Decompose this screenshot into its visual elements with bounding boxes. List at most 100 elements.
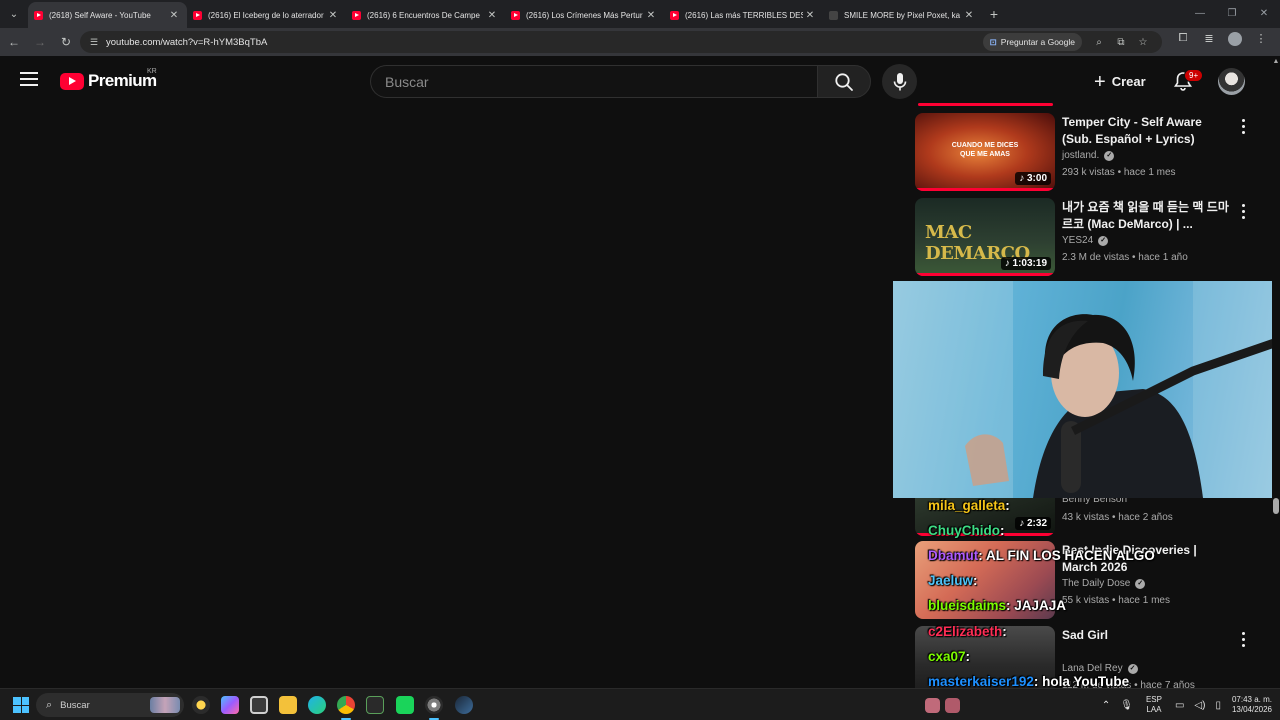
forward-icon[interactable]: →	[28, 35, 52, 49]
recommendation-item[interactable]: MAC DEMARCO ♪ 1:03:19 내가 요즘 책 읽을 때 듣는 맥 …	[915, 198, 1265, 278]
zoom-icon[interactable]: ⌕	[1088, 37, 1110, 48]
video-title[interactable]: Temper City - Self Aware (Sub. Español +…	[1062, 114, 1234, 148]
chat-message: mila_galleta:	[928, 498, 1010, 513]
extensions-icon[interactable]: ⧠	[1170, 32, 1196, 49]
chat-text: : hola YouTube	[1033, 674, 1130, 689]
video-meta: 43 k vistas • hace 2 años	[1062, 512, 1173, 523]
microphone-tray-icon[interactable]: 🎙	[1120, 700, 1133, 711]
chrome-icon[interactable]	[337, 696, 355, 714]
watched-progress	[915, 273, 1055, 276]
close-tab-icon[interactable]: ✕	[644, 10, 658, 21]
chat-username: mila_galleta	[928, 498, 1006, 513]
network-icon[interactable]: ▭	[1175, 700, 1184, 711]
youtube-logo[interactable]: Premium	[60, 71, 157, 91]
taskbar-search[interactable]: ⌕ Buscar	[36, 693, 184, 717]
scrollbar-thumb[interactable]	[1273, 498, 1279, 514]
tab-search-chevron-icon[interactable]: ⌄	[0, 0, 28, 28]
obs-icon[interactable]	[425, 696, 443, 714]
windows-start-icon[interactable]	[13, 697, 29, 713]
back-icon[interactable]: ←	[2, 35, 26, 49]
account-avatar[interactable]	[1218, 68, 1245, 95]
omnibox-actions: ⊡ Preguntar a Google ⌕ ⧉ ☆	[982, 33, 1154, 51]
recommendation-item[interactable]: CUANDO ME DICES QUE ME AMAS ♪ 3:00 Tempe…	[915, 113, 1265, 193]
widgets-icon[interactable]	[192, 696, 210, 714]
youtube-icon	[193, 10, 202, 20]
show-hidden-icons-icon[interactable]: ⌃	[1102, 700, 1110, 711]
volume-icon[interactable]: ◁)	[1194, 700, 1205, 711]
ask-google-label: Preguntar a Google	[1000, 37, 1075, 47]
channel-name[interactable]: YES24 ✓	[1062, 235, 1109, 246]
copilot-icon[interactable]	[221, 696, 239, 714]
thumbnail-caption: CUANDO ME DICES QUE ME AMAS	[951, 142, 1019, 158]
microphone-icon	[893, 72, 906, 90]
green-app-icon[interactable]	[396, 696, 414, 714]
new-tab-button[interactable]: +	[982, 6, 1006, 22]
channel-name[interactable]: Lana Del Rey ✓	[1062, 663, 1138, 674]
chat-text: :	[1000, 523, 1005, 538]
video-thumbnail[interactable]: CUANDO ME DICES QUE ME AMAS ♪ 3:00	[915, 113, 1055, 191]
close-tab-icon[interactable]: ✕	[962, 10, 976, 21]
plus-icon: +	[1094, 70, 1106, 93]
close-tab-icon[interactable]: ✕	[326, 10, 340, 21]
more-actions-icon[interactable]	[1235, 630, 1251, 648]
verified-icon: ✓	[1127, 663, 1138, 674]
address-bar[interactable]: ☰ youtube.com/watch?v=R-hYM3BqTbA ⊡ Preg…	[80, 31, 1162, 53]
close-tab-icon[interactable]: ✕	[167, 10, 181, 21]
ask-google-button[interactable]: ⊡ Preguntar a Google	[982, 33, 1082, 51]
reload-icon[interactable]: ↻	[54, 35, 78, 49]
tray-app-icon[interactable]	[925, 698, 940, 713]
voice-search-button[interactable]	[882, 64, 917, 99]
video-title[interactable]: 내가 요즘 책 읽을 때 듣는 맥 드마르코 (Mac DeMarco) | .…	[1062, 199, 1234, 233]
bookmark-star-icon[interactable]: ☆	[1132, 37, 1154, 48]
browser-menu-icon[interactable]: ⋮	[1248, 32, 1274, 49]
browser-tab[interactable]: (2616) Los Crímenes Más Pertur ✕	[505, 2, 664, 28]
minimize-icon[interactable]: —	[1184, 0, 1216, 28]
menu-icon[interactable]	[20, 72, 38, 86]
search-input[interactable]	[371, 66, 817, 97]
browser-tab-strip: ⌄ (2618) Self Aware - YouTube ✕ (2616) E…	[0, 0, 1280, 28]
cast-icon[interactable]: ⧉	[1110, 37, 1132, 48]
tab-title: SMILE MORE by Pixel Poxet, ka	[844, 10, 961, 20]
chat-message: blueisdaims: JAJAJA	[928, 598, 1066, 613]
page-scrollbar[interactable]	[1272, 56, 1280, 688]
close-tab-icon[interactable]: ✕	[485, 10, 499, 21]
clock[interactable]: 07:43 a. m. 13/04/2026	[1232, 695, 1272, 715]
excel-icon[interactable]	[366, 696, 384, 714]
video-thumbnail[interactable]: MAC DEMARCO ♪ 1:03:19	[915, 198, 1055, 276]
restore-icon[interactable]: ❐	[1216, 0, 1248, 28]
keyboard-layout: LAA	[1146, 705, 1162, 714]
lens-icon: ⊡	[989, 36, 997, 47]
tab-title: (2618) Self Aware - YouTube	[49, 10, 151, 20]
search-button[interactable]	[817, 65, 871, 98]
microsoft-store-icon[interactable]	[250, 696, 268, 714]
chat-text: : JAJAJA	[1006, 598, 1067, 613]
create-button[interactable]: + Crear	[1088, 66, 1158, 97]
browser-tab[interactable]: (2618) Self Aware - YouTube ✕	[28, 2, 187, 28]
file-explorer-icon[interactable]	[279, 696, 297, 714]
site-info-icon[interactable]: ☰	[86, 37, 102, 48]
video-title[interactable]: Sad Girl	[1062, 627, 1234, 644]
browser-toolbar: ← → ↻ ☰ youtube.com/watch?v=R-hYM3BqTbA …	[0, 28, 1280, 56]
close-tab-icon[interactable]: ✕	[803, 10, 817, 21]
more-actions-icon[interactable]	[1235, 117, 1251, 135]
browser-tab[interactable]: (2616) 6 Encuentros De Campe ✕	[346, 2, 505, 28]
edge-icon[interactable]	[308, 696, 326, 714]
tab-title: (2616) El Iceberg de lo aterrador	[208, 10, 324, 20]
close-window-icon[interactable]: ✕	[1248, 0, 1280, 28]
browser-tab[interactable]: (2616) Las más TERRIBLES DESA ✕	[664, 2, 823, 28]
battery-icon[interactable]: ▯	[1215, 700, 1221, 711]
profile-icon[interactable]	[1222, 32, 1248, 49]
steam-icon[interactable]	[455, 696, 473, 714]
tray-app-icon[interactable]	[945, 698, 960, 713]
verified-icon: ✓	[1098, 235, 1109, 246]
more-actions-icon[interactable]	[1235, 202, 1251, 220]
channel-name[interactable]: jostland. ✓	[1062, 150, 1115, 161]
browser-tab[interactable]: SMILE MORE by Pixel Poxet, ka ✕	[823, 2, 982, 28]
channel-name[interactable]: The Daily Dose ✓	[1062, 578, 1146, 589]
reading-list-icon[interactable]: ≣	[1196, 32, 1222, 49]
input-language[interactable]: ESP LAA	[1146, 695, 1162, 715]
browser-tab[interactable]: (2616) El Iceberg de lo aterrador ✕	[187, 2, 346, 28]
url-text[interactable]: youtube.com/watch?v=R-hYM3BqTbA	[106, 37, 267, 48]
notification-badge: 9+	[1184, 69, 1204, 82]
scroll-up-icon[interactable]: ▲	[1272, 58, 1280, 65]
